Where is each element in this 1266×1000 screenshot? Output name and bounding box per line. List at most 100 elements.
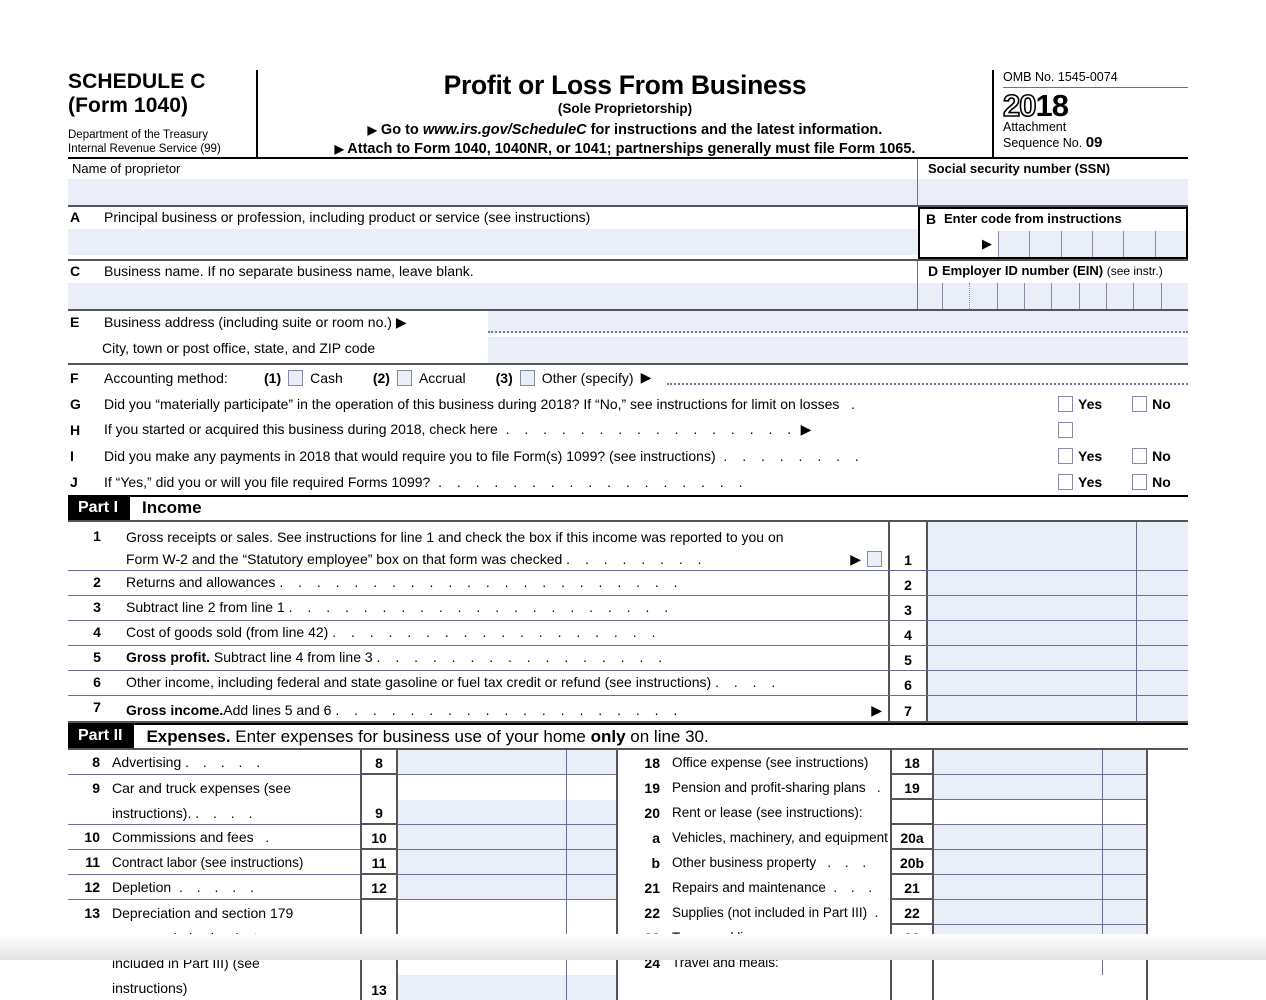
- statutory-employee-checkbox[interactable]: [867, 551, 882, 568]
- proprietor-name-input[interactable]: [68, 178, 917, 205]
- row-amount-input[interactable]: [398, 800, 566, 826]
- line-j-text: If “Yes,” did you or will you file requi…: [104, 473, 431, 490]
- row-leader: . . . . . . . . . . . . . . . . . . . . …: [288, 599, 674, 616]
- row-cents-input[interactable]: [1136, 671, 1188, 696]
- ein-box[interactable]: [942, 282, 969, 309]
- line-h-checkbox-wrap: [1058, 421, 1188, 438]
- line-j-no[interactable]: No: [1132, 473, 1171, 490]
- code-box[interactable]: [998, 230, 1030, 257]
- part2-right-labels: 18 Office expense (see instructions) 19 …: [618, 750, 890, 1000]
- row-amount-input[interactable]: [928, 521, 1136, 571]
- row-cents-input[interactable]: [1102, 775, 1146, 801]
- row-cents-input[interactable]: [1102, 900, 1146, 926]
- row-cents-input[interactable]: [566, 825, 616, 851]
- row-cents-input[interactable]: [1102, 750, 1146, 776]
- row-j: J If “Yes,” did you or will you file req…: [68, 469, 1188, 495]
- triangle-bullet-icon-2: ▶: [334, 141, 344, 156]
- ein-box[interactable]: [1133, 282, 1160, 309]
- expense-label-row: 9 Car and truck expenses (see instructio…: [68, 775, 360, 826]
- yes-checkbox[interactable]: [1058, 395, 1073, 412]
- row-text-label-2: instructions).: [112, 804, 192, 821]
- row-cents-input[interactable]: [1136, 596, 1188, 621]
- ein-box[interactable]: [1105, 282, 1133, 309]
- yes-checkbox[interactable]: [1058, 473, 1073, 490]
- ein-box[interactable]: [996, 282, 1024, 309]
- line-b-label: Enter code from instructions: [944, 210, 1122, 226]
- row-cents-input[interactable]: [1136, 696, 1188, 722]
- no-checkbox[interactable]: [1132, 447, 1148, 464]
- row-amount-input[interactable]: [934, 775, 1102, 801]
- line-c-input[interactable]: [68, 282, 917, 309]
- ein-box[interactable]: [1023, 282, 1051, 309]
- row-amount-input[interactable]: [928, 671, 1136, 696]
- row-number: 22: [644, 904, 660, 921]
- row-cents-input[interactable]: [566, 850, 616, 876]
- yes-checkbox[interactable]: [1058, 447, 1073, 464]
- proprietor-name-label: Name of proprietor: [72, 160, 181, 176]
- row-cents-input[interactable]: [566, 800, 616, 826]
- line-i-yes-no: Yes No: [1058, 447, 1188, 464]
- part-2-title: Expenses. Enter expenses for business us…: [146, 727, 708, 747]
- row-f: F Accounting method: (1) Cash (2) Accrua…: [68, 362, 1188, 391]
- line-e-address-input[interactable]: [488, 310, 1188, 333]
- ein-box[interactable]: [969, 282, 996, 309]
- line-i-yes[interactable]: Yes: [1058, 447, 1102, 464]
- no-checkbox[interactable]: [1132, 395, 1148, 412]
- row-amount-input[interactable]: [928, 596, 1136, 621]
- row-amount-input[interactable]: [934, 850, 1102, 876]
- row-cents-input[interactable]: [1136, 646, 1188, 671]
- attachment-label: Attachment: [1003, 120, 1067, 134]
- row-amount-input[interactable]: [398, 825, 566, 851]
- row-amount-input[interactable]: [398, 750, 566, 776]
- row-amount-input[interactable]: [928, 621, 1136, 646]
- row-amount-input[interactable]: [398, 875, 566, 901]
- no-label: No: [1152, 473, 1171, 490]
- row-cents-input[interactable]: [1136, 571, 1188, 596]
- line-j-yes[interactable]: Yes: [1058, 473, 1102, 490]
- line-e-city-input[interactable]: [488, 336, 1188, 363]
- row-leader: . . . . . . . . . . . . . . . .: [376, 649, 668, 666]
- row-amount-input[interactable]: [934, 900, 1102, 926]
- row-number: 12: [84, 879, 100, 896]
- row-cents-input[interactable]: [1136, 621, 1188, 646]
- row-amount-input[interactable]: [398, 975, 566, 1000]
- line-g-no[interactable]: No: [1132, 395, 1171, 412]
- row-cents-input[interactable]: [566, 975, 616, 1000]
- row-amount-input[interactable]: [934, 750, 1102, 776]
- row-cents-input[interactable]: [566, 750, 616, 776]
- row-amount-input[interactable]: [934, 825, 1102, 851]
- ein-box[interactable]: [1160, 282, 1188, 309]
- accrual-checkbox[interactable]: [396, 369, 412, 386]
- row-cents-input[interactable]: [1102, 850, 1146, 876]
- code-box[interactable]: [1091, 230, 1124, 257]
- triangle-bullet-icon: ▶: [367, 122, 377, 137]
- row-text-label: Add lines 5 and 6: [223, 702, 332, 719]
- line-h-checkbox[interactable]: [1058, 421, 1073, 438]
- other-checkbox[interactable]: [519, 369, 535, 386]
- no-checkbox[interactable]: [1132, 473, 1148, 490]
- row-amount-input[interactable]: [928, 696, 1136, 722]
- row-cents-input[interactable]: [566, 875, 616, 901]
- line-g-yes[interactable]: Yes: [1058, 395, 1102, 412]
- row-cents-input[interactable]: [1102, 825, 1146, 851]
- code-box[interactable]: [1029, 230, 1061, 257]
- row-amount-input[interactable]: [928, 571, 1136, 596]
- code-box[interactable]: [1123, 230, 1155, 257]
- code-box[interactable]: [1154, 230, 1186, 257]
- ssn-input[interactable]: [918, 178, 1188, 205]
- row-cents-input[interactable]: [1102, 875, 1146, 901]
- row-amount-input[interactable]: [398, 850, 566, 876]
- row-amount-input[interactable]: [934, 875, 1102, 901]
- line-a-input[interactable]: [68, 228, 918, 255]
- row-amount-input[interactable]: [928, 646, 1136, 671]
- line-i-no[interactable]: No: [1132, 447, 1171, 464]
- code-box[interactable]: [1060, 230, 1092, 257]
- cash-checkbox[interactable]: [288, 369, 304, 386]
- row-text-label: Pension and profit-sharing plans: [672, 780, 866, 796]
- line-f-other-input[interactable]: [667, 371, 1188, 385]
- ein-box[interactable]: [1051, 282, 1078, 309]
- ein-box[interactable]: [1078, 282, 1106, 309]
- row-text-label: Returns and allowances: [126, 574, 276, 591]
- row-text-line-2-text: Form W-2 and the “Statutory employee” bo…: [126, 550, 563, 567]
- row-cents-input[interactable]: [1136, 521, 1188, 571]
